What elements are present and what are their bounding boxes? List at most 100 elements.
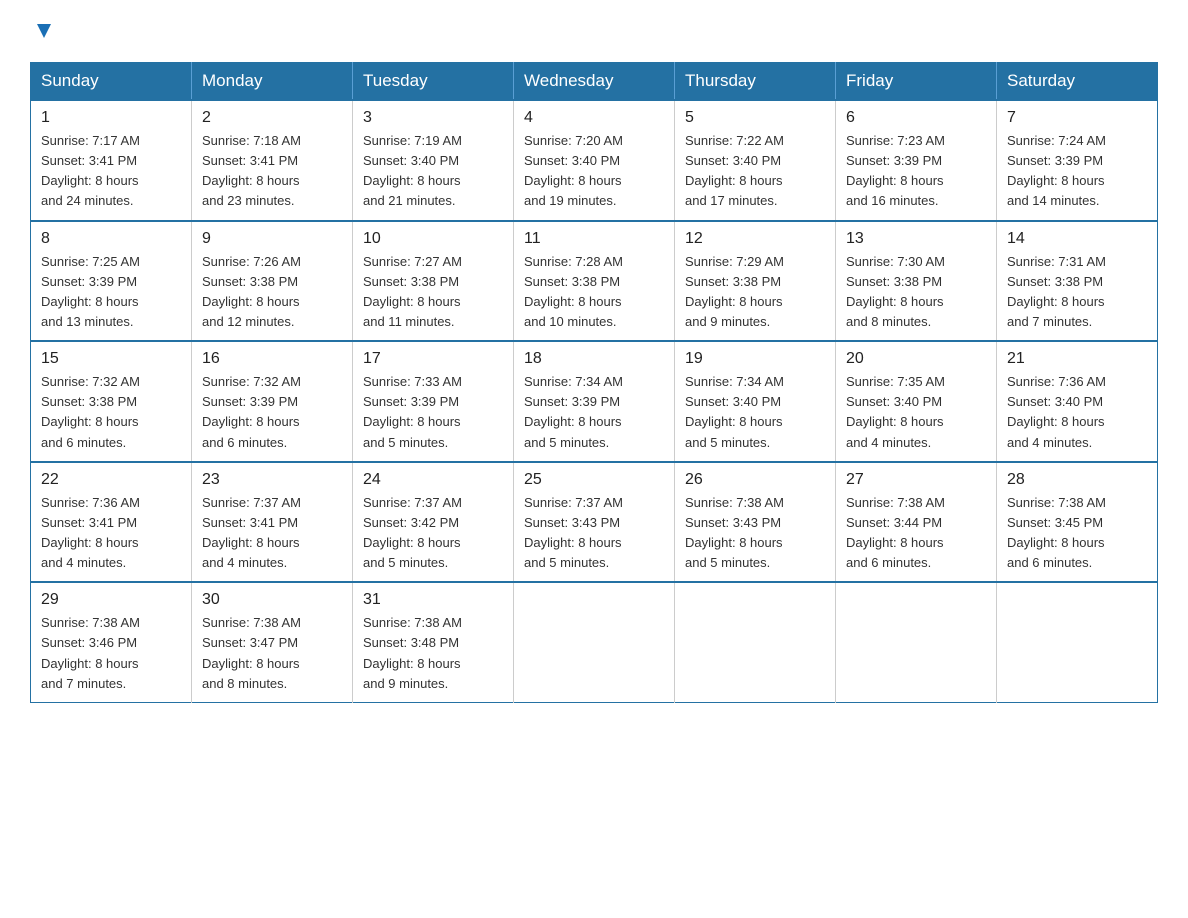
day-number: 31 (363, 591, 503, 609)
day-number: 3 (363, 109, 503, 127)
day-number: 14 (1007, 230, 1147, 248)
calendar-cell: 31 Sunrise: 7:38 AM Sunset: 3:48 PM Dayl… (353, 582, 514, 702)
day-number: 17 (363, 350, 503, 368)
calendar-cell: 17 Sunrise: 7:33 AM Sunset: 3:39 PM Dayl… (353, 341, 514, 462)
day-info: Sunrise: 7:27 AM Sunset: 3:38 PM Dayligh… (363, 252, 503, 333)
calendar-cell: 16 Sunrise: 7:32 AM Sunset: 3:39 PM Dayl… (192, 341, 353, 462)
day-info: Sunrise: 7:32 AM Sunset: 3:38 PM Dayligh… (41, 372, 181, 453)
calendar-week-row: 15 Sunrise: 7:32 AM Sunset: 3:38 PM Dayl… (31, 341, 1158, 462)
day-number: 15 (41, 350, 181, 368)
calendar-cell: 6 Sunrise: 7:23 AM Sunset: 3:39 PM Dayli… (836, 100, 997, 221)
day-number: 27 (846, 471, 986, 489)
day-info: Sunrise: 7:32 AM Sunset: 3:39 PM Dayligh… (202, 372, 342, 453)
day-info: Sunrise: 7:38 AM Sunset: 3:47 PM Dayligh… (202, 613, 342, 694)
calendar-cell: 1 Sunrise: 7:17 AM Sunset: 3:41 PM Dayli… (31, 100, 192, 221)
day-info: Sunrise: 7:38 AM Sunset: 3:46 PM Dayligh… (41, 613, 181, 694)
day-number: 10 (363, 230, 503, 248)
weekday-header-sunday: Sunday (31, 63, 192, 101)
day-number: 6 (846, 109, 986, 127)
weekday-header-monday: Monday (192, 63, 353, 101)
day-info: Sunrise: 7:33 AM Sunset: 3:39 PM Dayligh… (363, 372, 503, 453)
calendar-cell: 25 Sunrise: 7:37 AM Sunset: 3:43 PM Dayl… (514, 462, 675, 583)
calendar-cell: 8 Sunrise: 7:25 AM Sunset: 3:39 PM Dayli… (31, 221, 192, 342)
calendar-week-row: 1 Sunrise: 7:17 AM Sunset: 3:41 PM Dayli… (31, 100, 1158, 221)
calendar-cell: 22 Sunrise: 7:36 AM Sunset: 3:41 PM Dayl… (31, 462, 192, 583)
calendar-cell (514, 582, 675, 702)
weekday-header-friday: Friday (836, 63, 997, 101)
calendar-cell: 18 Sunrise: 7:34 AM Sunset: 3:39 PM Dayl… (514, 341, 675, 462)
day-info: Sunrise: 7:37 AM Sunset: 3:41 PM Dayligh… (202, 493, 342, 574)
day-number: 24 (363, 471, 503, 489)
day-number: 5 (685, 109, 825, 127)
day-number: 16 (202, 350, 342, 368)
calendar-cell: 23 Sunrise: 7:37 AM Sunset: 3:41 PM Dayl… (192, 462, 353, 583)
calendar-cell (836, 582, 997, 702)
day-number: 13 (846, 230, 986, 248)
day-number: 7 (1007, 109, 1147, 127)
day-info: Sunrise: 7:37 AM Sunset: 3:43 PM Dayligh… (524, 493, 664, 574)
day-number: 9 (202, 230, 342, 248)
day-info: Sunrise: 7:24 AM Sunset: 3:39 PM Dayligh… (1007, 131, 1147, 212)
calendar-cell: 5 Sunrise: 7:22 AM Sunset: 3:40 PM Dayli… (675, 100, 836, 221)
calendar-week-row: 22 Sunrise: 7:36 AM Sunset: 3:41 PM Dayl… (31, 462, 1158, 583)
calendar-cell: 21 Sunrise: 7:36 AM Sunset: 3:40 PM Dayl… (997, 341, 1158, 462)
day-number: 30 (202, 591, 342, 609)
calendar-cell: 19 Sunrise: 7:34 AM Sunset: 3:40 PM Dayl… (675, 341, 836, 462)
weekday-header-wednesday: Wednesday (514, 63, 675, 101)
day-number: 1 (41, 109, 181, 127)
day-info: Sunrise: 7:29 AM Sunset: 3:38 PM Dayligh… (685, 252, 825, 333)
calendar-cell: 20 Sunrise: 7:35 AM Sunset: 3:40 PM Dayl… (836, 341, 997, 462)
calendar-cell: 9 Sunrise: 7:26 AM Sunset: 3:38 PM Dayli… (192, 221, 353, 342)
day-info: Sunrise: 7:20 AM Sunset: 3:40 PM Dayligh… (524, 131, 664, 212)
calendar-cell: 4 Sunrise: 7:20 AM Sunset: 3:40 PM Dayli… (514, 100, 675, 221)
calendar-cell: 12 Sunrise: 7:29 AM Sunset: 3:38 PM Dayl… (675, 221, 836, 342)
day-number: 21 (1007, 350, 1147, 368)
calendar-cell: 3 Sunrise: 7:19 AM Sunset: 3:40 PM Dayli… (353, 100, 514, 221)
day-number: 20 (846, 350, 986, 368)
page-header (30, 20, 1158, 44)
day-info: Sunrise: 7:38 AM Sunset: 3:45 PM Dayligh… (1007, 493, 1147, 574)
day-number: 29 (41, 591, 181, 609)
day-number: 25 (524, 471, 664, 489)
day-info: Sunrise: 7:26 AM Sunset: 3:38 PM Dayligh… (202, 252, 342, 333)
day-number: 12 (685, 230, 825, 248)
weekday-header-saturday: Saturday (997, 63, 1158, 101)
calendar-cell: 24 Sunrise: 7:37 AM Sunset: 3:42 PM Dayl… (353, 462, 514, 583)
calendar-cell: 15 Sunrise: 7:32 AM Sunset: 3:38 PM Dayl… (31, 341, 192, 462)
calendar-cell: 10 Sunrise: 7:27 AM Sunset: 3:38 PM Dayl… (353, 221, 514, 342)
calendar-cell: 13 Sunrise: 7:30 AM Sunset: 3:38 PM Dayl… (836, 221, 997, 342)
calendar-cell: 11 Sunrise: 7:28 AM Sunset: 3:38 PM Dayl… (514, 221, 675, 342)
weekday-header-tuesday: Tuesday (353, 63, 514, 101)
weekday-header-row: SundayMondayTuesdayWednesdayThursdayFrid… (31, 63, 1158, 101)
day-info: Sunrise: 7:35 AM Sunset: 3:40 PM Dayligh… (846, 372, 986, 453)
day-info: Sunrise: 7:37 AM Sunset: 3:42 PM Dayligh… (363, 493, 503, 574)
day-info: Sunrise: 7:25 AM Sunset: 3:39 PM Dayligh… (41, 252, 181, 333)
logo (30, 20, 55, 44)
day-info: Sunrise: 7:30 AM Sunset: 3:38 PM Dayligh… (846, 252, 986, 333)
calendar-cell: 29 Sunrise: 7:38 AM Sunset: 3:46 PM Dayl… (31, 582, 192, 702)
day-number: 18 (524, 350, 664, 368)
calendar-cell: 14 Sunrise: 7:31 AM Sunset: 3:38 PM Dayl… (997, 221, 1158, 342)
calendar-cell: 26 Sunrise: 7:38 AM Sunset: 3:43 PM Dayl… (675, 462, 836, 583)
day-info: Sunrise: 7:36 AM Sunset: 3:41 PM Dayligh… (41, 493, 181, 574)
logo-triangle-icon (33, 20, 55, 42)
day-info: Sunrise: 7:23 AM Sunset: 3:39 PM Dayligh… (846, 131, 986, 212)
day-info: Sunrise: 7:18 AM Sunset: 3:41 PM Dayligh… (202, 131, 342, 212)
day-number: 8 (41, 230, 181, 248)
day-number: 11 (524, 230, 664, 248)
day-info: Sunrise: 7:17 AM Sunset: 3:41 PM Dayligh… (41, 131, 181, 212)
day-info: Sunrise: 7:22 AM Sunset: 3:40 PM Dayligh… (685, 131, 825, 212)
day-info: Sunrise: 7:28 AM Sunset: 3:38 PM Dayligh… (524, 252, 664, 333)
day-info: Sunrise: 7:34 AM Sunset: 3:40 PM Dayligh… (685, 372, 825, 453)
calendar-cell: 27 Sunrise: 7:38 AM Sunset: 3:44 PM Dayl… (836, 462, 997, 583)
calendar-cell (675, 582, 836, 702)
calendar-cell: 7 Sunrise: 7:24 AM Sunset: 3:39 PM Dayli… (997, 100, 1158, 221)
calendar-cell: 28 Sunrise: 7:38 AM Sunset: 3:45 PM Dayl… (997, 462, 1158, 583)
day-number: 4 (524, 109, 664, 127)
calendar-week-row: 8 Sunrise: 7:25 AM Sunset: 3:39 PM Dayli… (31, 221, 1158, 342)
calendar-cell: 2 Sunrise: 7:18 AM Sunset: 3:41 PM Dayli… (192, 100, 353, 221)
day-info: Sunrise: 7:31 AM Sunset: 3:38 PM Dayligh… (1007, 252, 1147, 333)
calendar-table: SundayMondayTuesdayWednesdayThursdayFrid… (30, 62, 1158, 703)
calendar-week-row: 29 Sunrise: 7:38 AM Sunset: 3:46 PM Dayl… (31, 582, 1158, 702)
day-info: Sunrise: 7:36 AM Sunset: 3:40 PM Dayligh… (1007, 372, 1147, 453)
